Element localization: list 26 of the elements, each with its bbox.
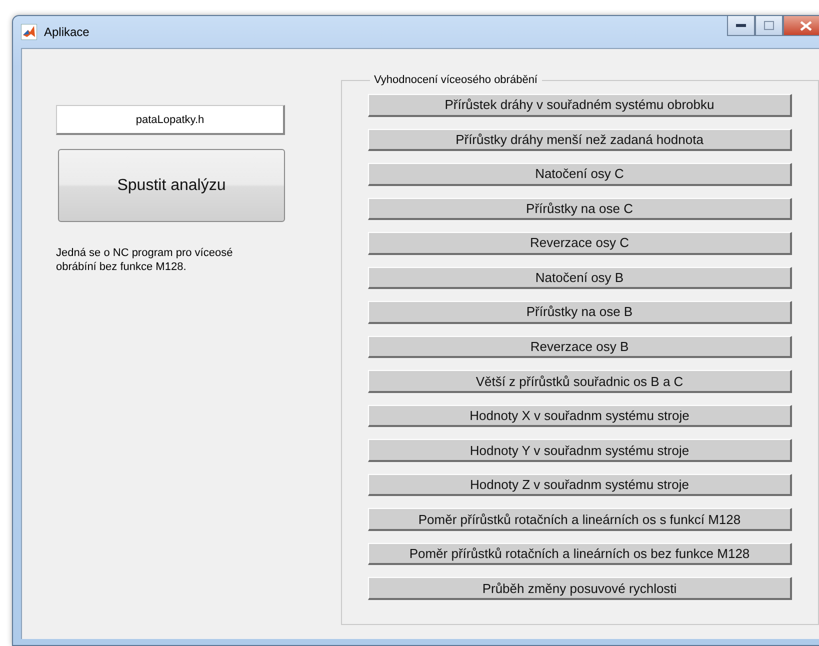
- analysis-button[interactable]: Poměr přírůstků rotačních a lineárních os bez funkce M128: [368, 542, 792, 566]
- analysis-button[interactable]: Přírůstky na ose C: [368, 198, 792, 220]
- analysis-button[interactable]: Přírůstky dráhy menší než zadaná hodnota: [368, 128, 792, 152]
- panel-title: Vyhodnocení víceosého obrábění: [373, 74, 538, 86]
- analysis-button[interactable]: Natočení osy B: [368, 266, 792, 290]
- info-text: Jedná se o NC program pro víceosé obrábíní bez funkce M128.: [56, 246, 234, 274]
- maximize-icon: [764, 21, 774, 30]
- window-title: Aplikace: [44, 25, 90, 39]
- analysis-button[interactable]: Hodnoty Z v souřadnm systému stroje: [368, 474, 792, 496]
- app-icon: [21, 24, 37, 40]
- analysis-button[interactable]: Hodnoty Y v souřadnm systému stroje: [368, 439, 792, 462]
- analysis-button[interactable]: Přírůstky na ose B: [368, 301, 792, 324]
- minimize-icon: [736, 24, 746, 28]
- run-analysis-button[interactable]: Spustit analýzu: [58, 149, 285, 222]
- analysis-button[interactable]: Natočení osy C: [368, 163, 792, 186]
- close-icon: [800, 20, 812, 30]
- analysis-button[interactable]: Přírůstek dráhy v souřadném systému obrobku: [368, 94, 792, 117]
- analysis-button[interactable]: Reverzace osy B: [368, 336, 792, 358]
- file-name-field[interactable]: pataLopatky.h: [56, 105, 285, 135]
- close-button[interactable]: [783, 16, 819, 36]
- analysis-button[interactable]: Poměr přírůstků rotačních a lineárních os s funkcí M128: [368, 508, 792, 531]
- analysis-button[interactable]: Průběh změny posuvové rychlosti: [368, 577, 792, 600]
- analysis-button[interactable]: Hodnoty X v souřadnm systému stroje: [368, 404, 792, 428]
- minimize-button[interactable]: [727, 16, 755, 36]
- analysis-button[interactable]: Reverzace osy C: [368, 232, 792, 255]
- analysis-button[interactable]: Větší z přírůstků souřadnic os B a C: [368, 370, 792, 393]
